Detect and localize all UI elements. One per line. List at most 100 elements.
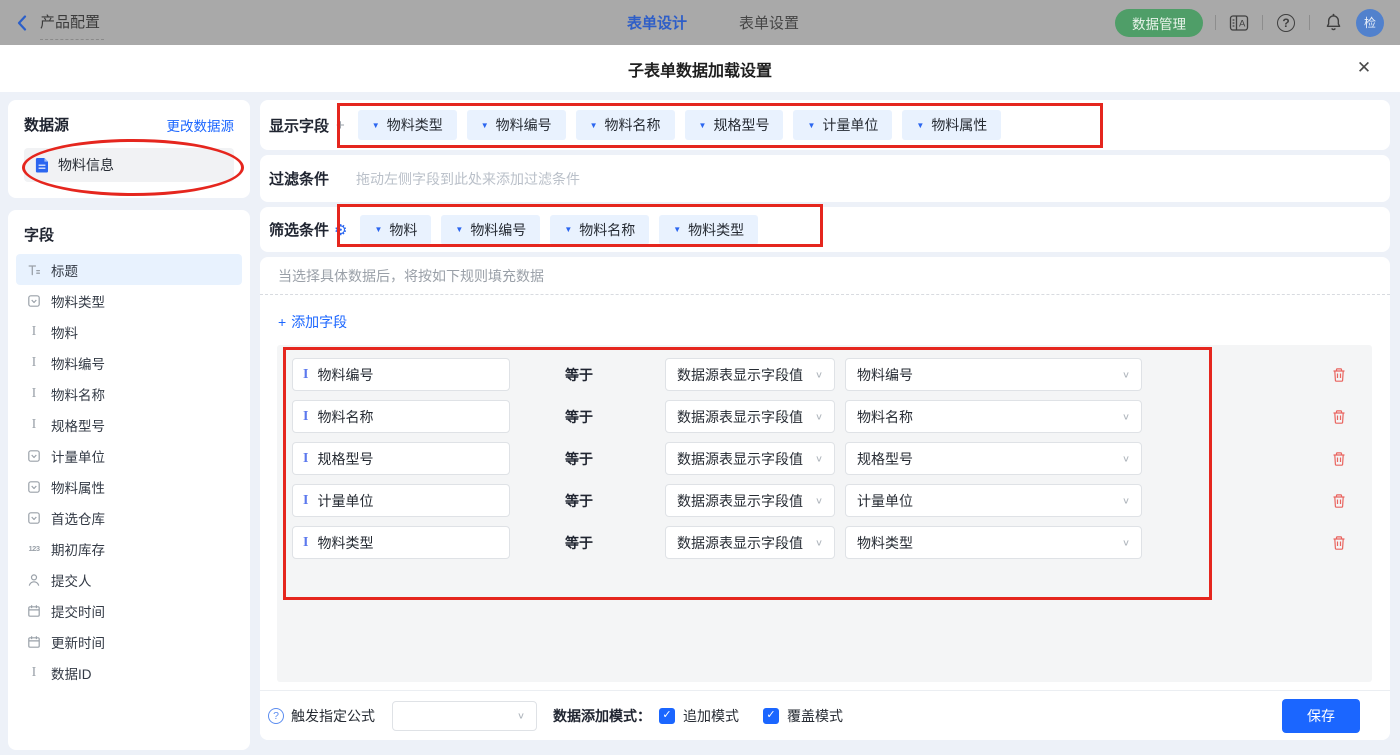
field-list-item[interactable]: 提交时间 bbox=[16, 595, 242, 626]
add-display-field-icon[interactable]: + bbox=[336, 117, 345, 134]
rule-value-select[interactable]: 物料编号 ∨ bbox=[845, 358, 1142, 391]
field-list-item[interactable]: 计量单位 bbox=[16, 440, 242, 471]
rule-operator: 等于 bbox=[565, 534, 593, 551]
rule-target-field[interactable]: I 计量单位 bbox=[292, 484, 510, 517]
tab-form-settings[interactable]: 表单设置 bbox=[717, 12, 821, 33]
rule-value-select[interactable]: 物料类型 ∨ bbox=[845, 526, 1142, 559]
rule-source-select[interactable]: 数据源表显示字段值 ∨ bbox=[665, 526, 835, 559]
chevron-down-icon: ∨ bbox=[814, 496, 823, 506]
field-tag[interactable]: ▼ 规格型号 bbox=[684, 110, 784, 140]
field-tag[interactable]: ▼ 物料属性 bbox=[902, 110, 1002, 140]
mode-checkbox[interactable]: ✓ 覆盖模式 bbox=[763, 706, 843, 726]
filter-condition-row[interactable]: 过滤条件 拖动左侧字段到此处来添加过滤条件 bbox=[260, 155, 1390, 202]
chevron-down-icon: ∨ bbox=[1121, 454, 1130, 464]
fill-rules-hint: 当选择具体数据后，将按如下规则填充数据 bbox=[278, 267, 544, 284]
form-doc-icon bbox=[35, 158, 48, 173]
field-tag[interactable]: ▼ 物料名称 bbox=[575, 110, 675, 140]
date-field-icon bbox=[26, 603, 42, 619]
rule-target-field[interactable]: I 物料编号 bbox=[292, 358, 510, 391]
rule-source-select[interactable]: 数据源表显示字段值 ∨ bbox=[665, 484, 835, 517]
field-item-label: 标题 bbox=[51, 263, 78, 279]
rule-field-label: 物料名称 bbox=[317, 408, 374, 425]
checkbox-icon: ✓ bbox=[659, 707, 675, 724]
field-tag[interactable]: ▼ 物料类型 bbox=[357, 110, 457, 140]
text-field-icon: I bbox=[303, 534, 309, 550]
rule-source-select[interactable]: 数据源表显示字段值 ∨ bbox=[665, 358, 835, 391]
field-tag[interactable]: ▼ 物料 bbox=[360, 214, 432, 245]
field-item-label: 数据ID bbox=[51, 666, 92, 682]
rule-target-field[interactable]: I 规格型号 bbox=[292, 442, 510, 475]
rule-value-select[interactable]: 计量单位 ∨ bbox=[845, 484, 1142, 517]
field-item-label: 规格型号 bbox=[51, 418, 105, 434]
field-tag[interactable]: ▼ 计量单位 bbox=[793, 110, 893, 140]
text-field-icon: I bbox=[31, 664, 37, 680]
rule-target-field[interactable]: I 物料名称 bbox=[292, 400, 510, 433]
filter-condition-label: 过滤条件 bbox=[269, 171, 330, 188]
help-icon[interactable]: ? bbox=[1275, 12, 1297, 34]
chevron-down-icon: ∨ bbox=[1121, 496, 1130, 506]
translate-icon[interactable]: A bbox=[1228, 12, 1250, 34]
divider bbox=[1309, 15, 1310, 30]
rule-source-select[interactable]: 数据源表显示字段值 ∨ bbox=[665, 400, 835, 433]
caret-down-icon: ▼ bbox=[698, 120, 707, 130]
screen-condition-tags: ▼ 物料 ▼ 物料编号 ▼ 物料名称 ▼ 物料类型 bbox=[360, 214, 759, 245]
delete-rule-icon[interactable] bbox=[1331, 367, 1347, 383]
rule-value-select[interactable]: 物料名称 ∨ bbox=[845, 400, 1142, 433]
rule-source-select[interactable]: 数据源表显示字段值 ∨ bbox=[665, 442, 835, 475]
field-tag-label: 物料 bbox=[389, 221, 418, 238]
field-list-item[interactable]: I 物料编号 bbox=[16, 347, 242, 378]
field-tag[interactable]: ▼ 物料编号 bbox=[441, 214, 541, 245]
field-list-item[interactable]: I 规格型号 bbox=[16, 409, 242, 440]
delete-rule-icon[interactable] bbox=[1331, 451, 1347, 467]
rule-value-select[interactable]: 规格型号 ∨ bbox=[845, 442, 1142, 475]
field-item-label: 首选仓库 bbox=[51, 511, 105, 527]
gear-icon[interactable]: ⚙ bbox=[334, 221, 347, 239]
formula-select[interactable]: ∨ bbox=[392, 700, 537, 731]
field-list-item[interactable]: 物料类型 bbox=[16, 285, 242, 316]
bell-icon[interactable] bbox=[1322, 12, 1344, 34]
chevron-down-icon: ∨ bbox=[1121, 412, 1130, 422]
topbar-tabs: 表单设计 表单设置 bbox=[605, 0, 821, 45]
field-item-label: 提交时间 bbox=[51, 604, 105, 620]
field-tag-label: 物料编号 bbox=[495, 117, 552, 133]
field-list-item[interactable]: 提交人 bbox=[16, 564, 242, 595]
rule-rows: I 物料编号 等于 数据源表显示字段值 ∨ 物料编号 ∨ I 物料名称 等于 数… bbox=[292, 358, 1357, 559]
data-manage-button[interactable]: 数据管理 bbox=[1115, 8, 1203, 37]
field-list-item[interactable]: 123 期初库存 bbox=[16, 533, 242, 564]
mode-checkbox[interactable]: ✓ 追加模式 bbox=[659, 706, 739, 726]
field-tag-label: 物料类型 bbox=[386, 117, 443, 133]
filter-drop-placeholder: 拖动左侧字段到此处来添加过滤条件 bbox=[356, 170, 581, 187]
save-button[interactable]: 保存 bbox=[1282, 699, 1360, 733]
field-list-item[interactable]: I 物料名称 bbox=[16, 378, 242, 409]
field-tag[interactable]: ▼ 物料名称 bbox=[550, 214, 650, 245]
select-field-icon bbox=[26, 448, 42, 464]
field-list-item[interactable]: I 物料 bbox=[16, 316, 242, 347]
back-icon[interactable] bbox=[16, 14, 30, 31]
breadcrumb-product-config[interactable]: 产品配置 bbox=[40, 11, 105, 40]
delete-rule-icon[interactable] bbox=[1331, 535, 1347, 551]
rule-row: I 物料类型 等于 数据源表显示字段值 ∨ 物料类型 ∨ bbox=[292, 526, 1357, 559]
chevron-down-icon: ∨ bbox=[516, 711, 525, 721]
field-list-item[interactable]: 标题 bbox=[16, 254, 242, 285]
field-tag[interactable]: ▼ 物料类型 bbox=[659, 214, 759, 245]
delete-rule-icon[interactable] bbox=[1331, 409, 1347, 425]
close-icon[interactable]: ✕ bbox=[1353, 57, 1375, 79]
field-list-item[interactable]: 更新时间 bbox=[16, 626, 242, 657]
add-field-button[interactable]: + 添加字段 bbox=[278, 312, 347, 332]
rule-target-field[interactable]: I 物料类型 bbox=[292, 526, 510, 559]
field-list-item[interactable]: 物料属性 bbox=[16, 471, 242, 502]
field-tag-label: 物料编号 bbox=[470, 221, 527, 238]
field-tag[interactable]: ▼ 物料编号 bbox=[466, 110, 566, 140]
change-datasource-link[interactable]: 更改数据源 bbox=[167, 115, 235, 135]
field-list-item[interactable]: 首选仓库 bbox=[16, 502, 242, 533]
formula-help-icon[interactable]: ? bbox=[268, 707, 284, 724]
delete-rule-icon[interactable] bbox=[1331, 493, 1347, 509]
field-list-item[interactable]: I 数据ID bbox=[16, 657, 242, 688]
avatar[interactable]: 检 bbox=[1356, 8, 1384, 37]
chevron-down-icon: ∨ bbox=[814, 370, 823, 380]
date-field-icon bbox=[26, 634, 42, 650]
tab-form-design[interactable]: 表单设计 bbox=[605, 12, 709, 33]
datasource-item-material-info[interactable]: 物料信息 bbox=[24, 148, 234, 182]
field-item-label: 物料名称 bbox=[51, 387, 105, 403]
select-field-icon bbox=[26, 479, 42, 495]
